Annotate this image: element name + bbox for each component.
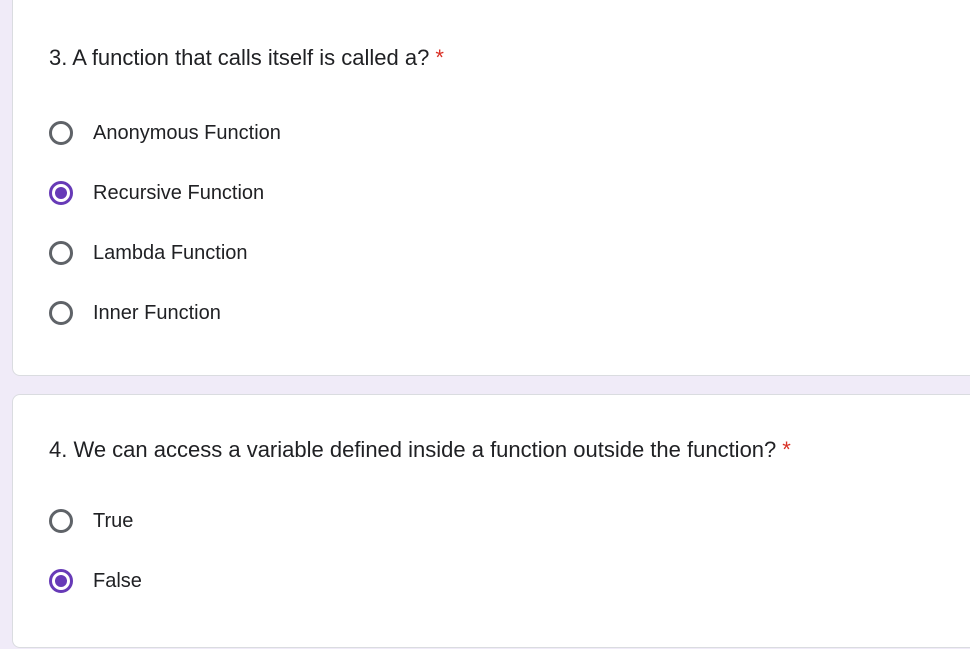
radio-button[interactable]	[49, 121, 73, 145]
option-recursive-function[interactable]: Recursive Function	[49, 173, 264, 213]
radio-button[interactable]	[49, 301, 73, 325]
radio-button[interactable]	[49, 241, 73, 265]
option-false[interactable]: False	[49, 561, 142, 601]
option-label: Recursive Function	[93, 182, 265, 204]
question-card-3: 3. A function that calls itself is calle…	[12, 0, 970, 376]
question-title: 3. A function that calls itself is calle…	[49, 44, 444, 72]
required-asterisk: *	[782, 437, 791, 462]
radio-button[interactable]	[49, 569, 73, 593]
radio-button[interactable]	[49, 181, 73, 205]
option-anonymous-function[interactable]: Anonymous Function	[49, 113, 281, 153]
radio-button[interactable]	[49, 509, 73, 533]
question-card-4: 4. We can access a variable defined insi…	[12, 394, 970, 648]
question-text: 4. We can access a variable defined insi…	[49, 437, 777, 462]
option-label: Anonymous Function	[93, 122, 281, 144]
question-text: 3. A function that calls itself is calle…	[49, 45, 430, 70]
required-asterisk: *	[435, 45, 444, 70]
option-label: Lambda Function	[93, 242, 248, 264]
option-label: False	[93, 570, 142, 592]
option-true[interactable]: True	[49, 501, 133, 541]
option-label: Inner Function	[93, 302, 221, 324]
question-title: 4. We can access a variable defined insi…	[49, 436, 791, 464]
option-label: True	[93, 510, 134, 532]
option-lambda-function[interactable]: Lambda Function	[49, 233, 248, 273]
option-inner-function[interactable]: Inner Function	[49, 293, 221, 333]
